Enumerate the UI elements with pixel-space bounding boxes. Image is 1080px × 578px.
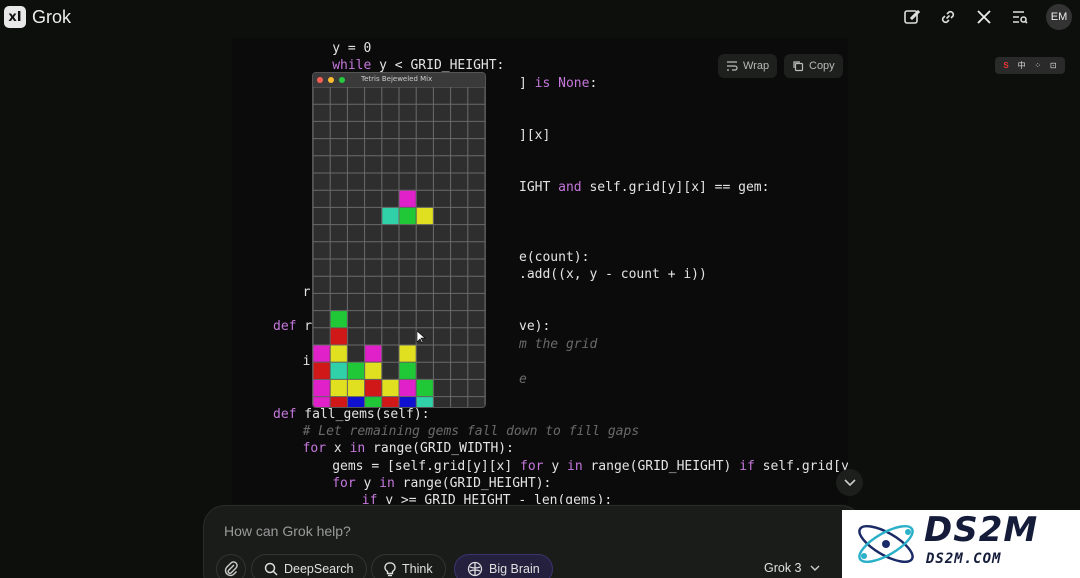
code-line: e(count):: [519, 250, 590, 265]
mouse-cursor-icon: [416, 330, 426, 344]
gem-cell: [330, 362, 347, 379]
extension-item[interactable]: ⁘: [1034, 61, 1041, 70]
code-line: def fall_gems(self):: [273, 407, 430, 422]
x-icon[interactable]: [972, 4, 996, 30]
code-line: i: [302, 354, 311, 369]
gem-cell: [399, 397, 416, 407]
extension-item[interactable]: ⊡: [1050, 61, 1057, 70]
chevron-down-icon: [810, 565, 820, 571]
gem-cell: [365, 397, 382, 407]
code-line: ][x]: [519, 128, 551, 143]
gem-cell: [313, 397, 330, 407]
app-name: Grok: [32, 6, 72, 27]
code-line: IGHT and self.grid[y][x] == gem:: [519, 180, 770, 195]
game-titlebar[interactable]: Tetris Bejeweled Mix: [313, 73, 485, 87]
gem-cell: [382, 379, 399, 397]
gem-cell: [399, 207, 416, 225]
gem-cell: [347, 379, 365, 397]
gem-cell: [330, 379, 347, 397]
gem-cell: [330, 397, 347, 407]
wrap-label: Wrap: [743, 60, 770, 72]
link-icon[interactable]: [936, 4, 960, 30]
model-label: Grok 3: [764, 561, 802, 575]
gem-cell: [399, 190, 416, 207]
paperclip-icon: [224, 561, 238, 577]
model-select[interactable]: Grok 3: [764, 561, 820, 575]
big-brain-label: Big Brain: [489, 562, 540, 576]
gem-cell: [399, 362, 416, 379]
search-icon: [264, 562, 278, 576]
lightbulb-icon: [384, 561, 396, 576]
gem-cell: [416, 397, 433, 407]
gem-cell: [399, 379, 416, 397]
gem-cell: [313, 379, 330, 397]
wrap-button[interactable]: Wrap: [718, 54, 778, 78]
code-line: .add((x, y - count + i)): [519, 267, 707, 282]
gem-cell: [365, 345, 382, 362]
history-search-icon[interactable]: [1008, 4, 1032, 30]
code-line: e: [519, 372, 527, 387]
gem-cell: [416, 379, 433, 397]
think-button[interactable]: Think: [371, 554, 446, 578]
code-line: for x in range(GRID_WIDTH):: [302, 441, 514, 456]
deepsearch-button[interactable]: DeepSearch: [251, 554, 367, 578]
gem-cell: [313, 345, 330, 362]
top-bar: xI Grok EM: [0, 0, 1080, 36]
watermark-subtitle: DS2M.COM: [926, 551, 1002, 567]
gem-cell: [347, 397, 365, 407]
gem-cell: [382, 397, 399, 407]
grok-logo-icon: xI: [4, 6, 26, 28]
game-board[interactable]: [313, 87, 485, 408]
watermark: DS2M DS2M.COM: [842, 510, 1080, 578]
extension-item[interactable]: 中: [1018, 60, 1026, 71]
top-actions: EM: [900, 4, 1072, 30]
atom-logo-icon: [858, 524, 914, 564]
close-window-icon[interactable]: [317, 77, 323, 83]
chevron-down-icon: [843, 478, 856, 486]
browser-extension-bar[interactable]: S 中 ⁘ ⊡: [995, 57, 1065, 74]
code-line: y = 0: [332, 41, 372, 56]
gem-cell: [365, 379, 382, 397]
extension-item[interactable]: S: [1003, 61, 1008, 70]
gem-cell: [382, 207, 399, 225]
gem-cell: [399, 345, 416, 362]
copy-button[interactable]: Copy: [784, 54, 843, 78]
maximize-window-icon[interactable]: [339, 77, 345, 83]
gem-cell: [330, 311, 347, 328]
composer: How can Grok help? DeepSearch Think Big …: [203, 505, 863, 578]
brand[interactable]: xI Grok: [4, 6, 71, 28]
scroll-down-button[interactable]: [836, 469, 863, 496]
copy-label: Copy: [809, 60, 835, 72]
copy-icon: [793, 61, 804, 72]
think-label: Think: [402, 562, 433, 576]
wrap-icon: [727, 61, 738, 71]
edit-icon[interactable]: [900, 4, 924, 30]
code-line: for y in range(GRID_HEIGHT):: [332, 476, 552, 491]
gem-cell: [330, 328, 347, 345]
code-line: def r: [273, 319, 313, 334]
gem-cell: [330, 345, 347, 362]
gem-cell: [416, 207, 433, 225]
game-window[interactable]: Tetris Bejeweled Mix: [312, 72, 486, 408]
attach-button[interactable]: [216, 554, 246, 578]
brain-icon: [467, 561, 483, 577]
code-line: gems = [self.grid[y][x] for y in range(G…: [332, 459, 848, 474]
code-line: # Let remaining gems fall down to fill g…: [302, 424, 640, 439]
big-brain-button[interactable]: Big Brain: [454, 554, 553, 578]
code-line: ve):: [519, 319, 551, 334]
deepsearch-label: DeepSearch: [284, 562, 354, 576]
code-line: r: [302, 285, 311, 300]
gem-cell: [365, 362, 382, 379]
gem-cell: [347, 362, 365, 379]
gem-cell: [313, 362, 330, 379]
avatar[interactable]: EM: [1046, 4, 1072, 30]
prompt-input[interactable]: How can Grok help?: [224, 523, 351, 539]
watermark-title: DS2M: [924, 510, 1039, 550]
minimize-window-icon[interactable]: [328, 77, 334, 83]
game-title: Tetris Bejeweled Mix: [361, 75, 433, 83]
code-line: if y >= GRID_HEIGHT - len(gems):: [361, 493, 613, 504]
code-line: ] is None:: [519, 76, 598, 91]
code-line: m the grid: [519, 337, 598, 352]
